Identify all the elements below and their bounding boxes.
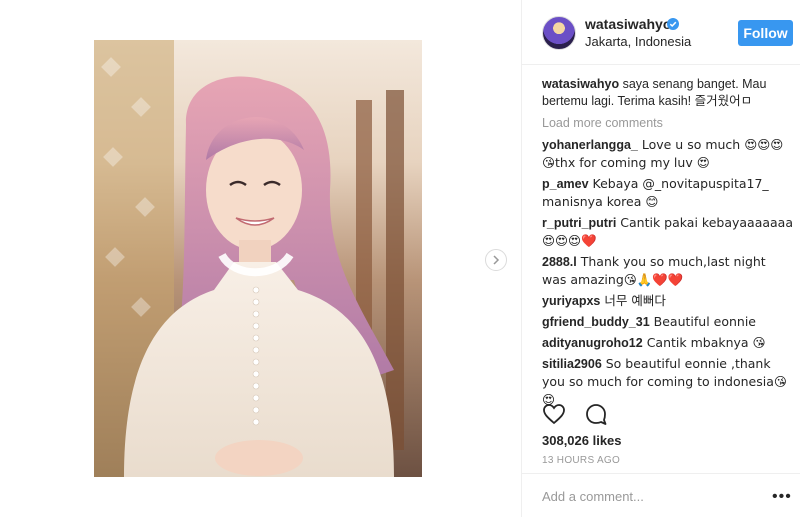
photo-area (0, 0, 521, 517)
comment-username[interactable]: yuriyapxs (542, 294, 600, 308)
comment-item: gfriend_buddy_31 Beautiful eonnie (542, 313, 794, 331)
next-photo-button[interactable] (485, 249, 507, 271)
post-header: watasiwahyo Jakarta, Indonesia Follow (522, 0, 800, 65)
comment-username[interactable]: yohanerlangga_ (542, 138, 638, 152)
comment-username[interactable]: 2888.l (542, 255, 577, 269)
post-photo[interactable] (94, 40, 422, 477)
comment-item: r_putri_putri Cantik pakai kebayaaaaaaa … (542, 214, 794, 250)
action-bar (542, 402, 622, 428)
comment-item: yohanerlangga_ Love u so much 😍😍😍😘thx fo… (542, 136, 794, 172)
heart-icon[interactable] (542, 402, 566, 426)
comment-item: yuriyapxs 너무 예뻐다 (542, 292, 794, 310)
comment-icon[interactable] (584, 402, 608, 426)
comment-item: 2888.l Thank you so much,last night was … (542, 253, 794, 289)
chevron-right-icon (493, 255, 500, 265)
verified-badge-icon (667, 18, 679, 30)
more-options-icon[interactable]: ••• (772, 488, 792, 506)
avatar[interactable] (542, 16, 576, 50)
photo-illustration (94, 40, 404, 477)
comment-username[interactable]: p_amev (542, 177, 589, 191)
comment-username[interactable]: r_putri_putri (542, 216, 616, 230)
load-more-comments-link[interactable]: Load more comments (542, 115, 794, 132)
comment-item: adityanugroho12 Cantik mbaknya 😘 (542, 334, 794, 352)
post-username[interactable]: watasiwahyo (585, 16, 671, 32)
comment-username[interactable]: adityanugroho12 (542, 336, 643, 350)
post-side-panel: watasiwahyo Jakarta, Indonesia Follow wa… (521, 0, 800, 517)
post-timestamp[interactable]: 13 HOURS AGO (542, 455, 620, 466)
comment-username[interactable]: gfriend_buddy_31 (542, 315, 650, 329)
caption: watasiwahyo saya senang banget. Mau bert… (542, 76, 794, 110)
comment-text: Cantik mbaknya 😘 (642, 335, 766, 350)
add-comment-bar: Add a comment... ••• (522, 473, 800, 517)
add-comment-input[interactable]: Add a comment... (542, 489, 644, 504)
post-location[interactable]: Jakarta, Indonesia (585, 34, 691, 49)
comment-username[interactable]: sitilia2906 (542, 357, 602, 371)
comment-item: sitilia2906 So beautiful eonnie ,thank y… (542, 355, 794, 409)
comment-list: watasiwahyo saya senang banget. Mau bert… (542, 76, 794, 412)
comment-item: p_amev Kebaya @_novitapuspita17_ manisny… (542, 175, 794, 211)
comment-text: 너무 예뻐다 (600, 293, 666, 308)
follow-button[interactable]: Follow (738, 20, 793, 46)
caption-username[interactable]: watasiwahyo (542, 77, 619, 91)
like-count[interactable]: 308,026 likes (542, 433, 622, 448)
comment-text: Beautiful eonnie (649, 314, 756, 329)
